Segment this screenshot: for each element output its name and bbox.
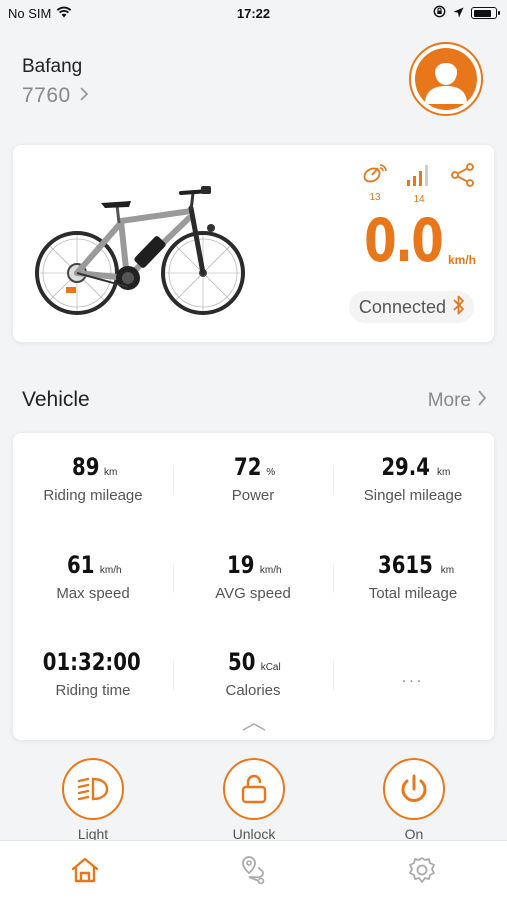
stat-unit: % [266, 467, 276, 478]
connection-status-badge[interactable]: Connected [348, 291, 474, 323]
stat-value: 50 [228, 648, 256, 676]
stat-avg-speed: 19 km/h AVG speed [173, 551, 333, 602]
unlock-button[interactable]: Unlock [199, 758, 309, 842]
satellite-count: 13 [369, 192, 381, 203]
stat-value: 01:32:00 [43, 648, 141, 676]
stat-label: Singel mileage [363, 487, 463, 504]
chevron-right-icon [79, 86, 89, 107]
more-label: More [427, 390, 471, 411]
stat-label: Calories [225, 682, 281, 699]
status-bar-right [433, 5, 500, 21]
map-route-icon [239, 855, 269, 890]
headlight-icon [62, 758, 124, 820]
stat-label: Total mileage [368, 585, 458, 602]
stat-label: AVG speed [215, 585, 291, 602]
bike-status-card: 13 14 0.0 km/h Connected [13, 145, 494, 342]
signal-value: 14 [413, 194, 425, 205]
speed-unit: km/h [447, 253, 476, 267]
stat-riding-time: 01:32:00 Riding time [13, 648, 173, 699]
vehicle-section-title: Vehicle [22, 388, 90, 411]
light-button[interactable]: Light [38, 758, 148, 842]
location-arrow-icon [453, 6, 464, 21]
stat-unit: km [440, 565, 455, 576]
stat-label: Power [231, 487, 275, 504]
stat-calories: 50 kCal Calories [173, 648, 333, 699]
bottom-nav [0, 840, 507, 900]
stat-label: Riding time [55, 682, 131, 699]
stat-value: 89 [71, 453, 100, 481]
stat-riding-mileage: 89 km Riding mileage [13, 453, 173, 504]
speed-value: 0.0 [363, 206, 444, 276]
stat-unit: km [104, 467, 118, 478]
chevron-right-icon [477, 389, 487, 413]
stat-max-speed: 61 km/h Max speed [13, 551, 173, 602]
stat-unit: km/h [259, 565, 282, 576]
status-bar: No SIM 17:22 [0, 0, 507, 28]
more-stats-placeholder[interactable]: ... [333, 669, 493, 687]
stat-total-mileage: 3615 km Total mileage [333, 551, 493, 602]
clock: 17:22 [236, 6, 271, 21]
stat-power: 72% Power [173, 453, 333, 504]
power-button[interactable]: On [359, 758, 469, 842]
stat-unit: km [436, 467, 451, 478]
satellite-icon [362, 163, 388, 190]
nav-home[interactable] [65, 855, 105, 889]
home-icon [70, 856, 100, 889]
orientation-lock-icon [433, 5, 446, 21]
vehicle-stats-card: 89 km Riding mileage 72% Power 29.4 km Sin… [13, 433, 494, 740]
bike-id: 7760 [22, 84, 71, 107]
unlock-icon [223, 758, 285, 820]
stat-unit: kCal [260, 662, 281, 673]
stat-label: Riding mileage [43, 487, 143, 504]
stat-value: 19 [227, 551, 255, 579]
stat-single-mileage: 29.4 km Singel mileage [333, 453, 493, 504]
bluetooth-icon [452, 295, 466, 320]
header: Bafang 7760 [0, 40, 507, 130]
nav-settings[interactable] [402, 855, 442, 889]
signal-strength: 14 [406, 163, 432, 205]
more-link[interactable]: More [428, 389, 487, 413]
signal-bars-icon [406, 163, 432, 192]
speed-display: 0.0 km/h [342, 211, 476, 271]
user-avatar-icon [415, 48, 477, 110]
share-icon[interactable] [450, 163, 476, 192]
battery-icon [471, 7, 500, 19]
connection-status-text: Connected [358, 296, 446, 317]
stat-value: 72 [233, 453, 262, 481]
stat-value: 3615 [377, 551, 433, 579]
stat-value: 29.4 [381, 453, 430, 481]
stat-label: Max speed [56, 585, 130, 602]
sensor-row: 13 14 [362, 163, 476, 205]
battery-level [473, 9, 492, 17]
bike-selector[interactable]: 7760 [22, 84, 89, 108]
settings-gear-icon [407, 855, 437, 890]
stat-unit: km/h [99, 565, 122, 576]
user-avatar-button[interactable] [409, 42, 483, 116]
nav-route-map[interactable] [234, 855, 274, 889]
power-icon [383, 758, 445, 820]
gps-satellites: 13 [362, 163, 388, 203]
brand-name: Bafang [22, 56, 83, 77]
chevron-up-icon[interactable] [241, 719, 267, 737]
e-bike-image [31, 183, 251, 323]
stat-value: 61 [67, 551, 95, 579]
